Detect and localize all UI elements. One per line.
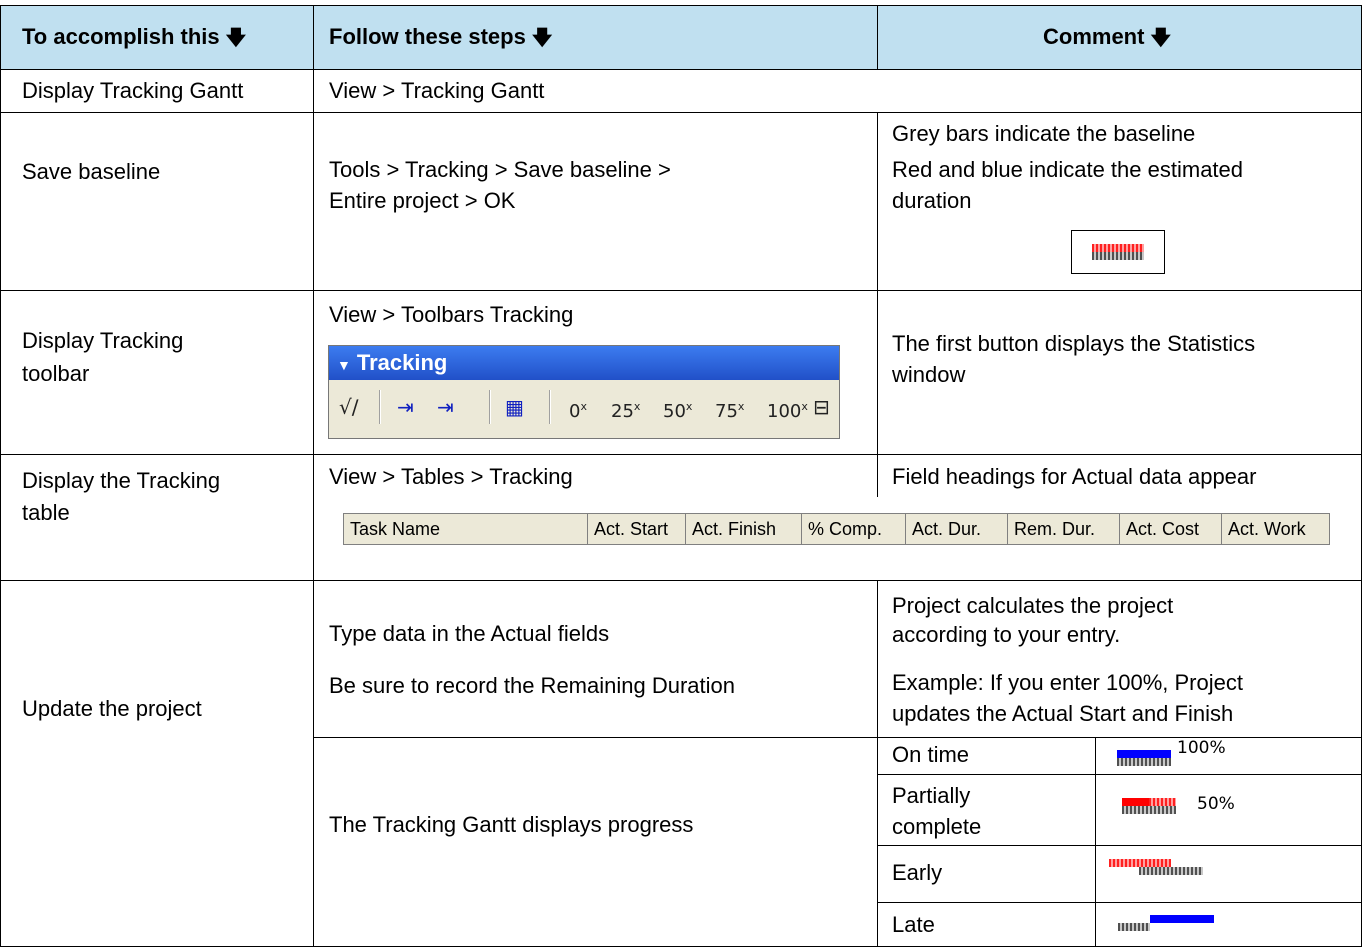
dropdown-triangle-icon: ▼ bbox=[337, 357, 351, 373]
arrow-down-icon: 🡇 bbox=[1150, 27, 1172, 49]
arrow-down-icon: 🡇 bbox=[225, 27, 247, 49]
field-heading: Act. Work bbox=[1228, 519, 1306, 539]
percent-75-button[interactable]: 75x bbox=[715, 392, 744, 427]
percent-100-button[interactable]: 100x bbox=[767, 392, 808, 427]
on-time-percent: 100% bbox=[1177, 738, 1226, 758]
status-late: Late bbox=[892, 912, 935, 937]
on-time-actual-bar bbox=[1117, 750, 1171, 758]
comment-update-line4: updates the Actual Start and Finish bbox=[892, 701, 1234, 726]
partial-percent: 50% bbox=[1197, 794, 1235, 814]
arrow-down-icon: 🡇 bbox=[531, 27, 553, 49]
comment-display-table: Field headings for Actual data appear bbox=[892, 464, 1257, 489]
task-display-tracking-gantt: Display Tracking Gantt bbox=[22, 78, 244, 103]
tracking-toolbar: ▼ Tracking √∕ ⇥ ⇥ ▦ 0x 25x 50x 75x 100x ⊟ bbox=[328, 345, 840, 439]
field-heading: Act. Cost bbox=[1120, 514, 1222, 544]
status-partial-line2: complete bbox=[892, 814, 982, 839]
instruction-table: To accomplish this 🡇 Follow these steps 🡇 … bbox=[0, 0, 1362, 947]
comment-toolbar-line1: The first button displays the Statistics bbox=[892, 331, 1256, 356]
task-display-toolbar-line2: toolbar bbox=[22, 361, 90, 386]
comment-save-baseline-line3: duration bbox=[892, 188, 972, 213]
reschedule-work-icon[interactable]: ⇥ bbox=[437, 392, 454, 422]
comment-save-baseline-line1: Grey bars indicate the baseline bbox=[892, 121, 1196, 146]
partial-actual-bar bbox=[1122, 798, 1149, 806]
steps-display-tracking-gantt: View > Tracking Gantt bbox=[329, 78, 545, 103]
toolbar-title-bar: ▼ Tracking bbox=[329, 346, 839, 380]
status-partial-line1: Partially bbox=[892, 783, 971, 808]
steps-update-line2: Be sure to record the Remaining Duration bbox=[329, 673, 735, 698]
tracking-table-field-headings: Task Name Act. Start Act. Finish % Comp.… bbox=[343, 513, 1330, 545]
statistics-icon[interactable]: √∕ bbox=[339, 392, 358, 422]
partial-baseline-bar bbox=[1122, 806, 1176, 814]
on-time-baseline-bar bbox=[1117, 758, 1171, 766]
update-tasks-icon[interactable]: ⊟ bbox=[813, 392, 830, 422]
steps-save-baseline-line2: Entire project > OK bbox=[329, 188, 516, 213]
baseline-bar-sample bbox=[1071, 230, 1165, 274]
late-baseline-bar bbox=[1118, 923, 1150, 931]
comment-save-baseline-line2: Red and blue indicate the estimated bbox=[892, 157, 1244, 182]
task-update-project: Update the project bbox=[22, 696, 202, 721]
task-display-toolbar-line1: Display Tracking bbox=[22, 328, 184, 353]
status-on-time: On time bbox=[892, 742, 970, 767]
comment-update-line1: Project calculates the project bbox=[892, 593, 1174, 618]
field-heading: Task Name bbox=[344, 514, 588, 544]
header-col-task: To accomplish this 🡇 bbox=[22, 24, 247, 49]
comment-update-line3: Example: If you enter 100%, Project bbox=[892, 670, 1243, 695]
task-display-table-line2: table bbox=[22, 500, 70, 525]
comment-toolbar-line2: window bbox=[892, 362, 966, 387]
partial-remaining-bar bbox=[1149, 798, 1176, 806]
header-col-comment: Comment 🡇 bbox=[1043, 24, 1172, 49]
field-heading: Act. Dur. bbox=[906, 514, 1008, 544]
early-actual-bar bbox=[1109, 859, 1171, 867]
percent-25-button[interactable]: 25x bbox=[611, 392, 640, 427]
header-col-steps: Follow these steps 🡇 bbox=[329, 24, 553, 49]
steps-update-line1: Type data in the Actual fields bbox=[329, 621, 610, 646]
toolbar-buttons: √∕ ⇥ ⇥ ▦ 0x 25x 50x 75x 100x ⊟ bbox=[329, 380, 839, 436]
steps-display-toolbar: View > Toolbars Tracking bbox=[329, 302, 574, 327]
field-heading: % Comp. bbox=[802, 514, 906, 544]
task-save-baseline: Save baseline bbox=[22, 159, 161, 184]
add-progress-line-icon[interactable]: ▦ bbox=[505, 392, 524, 422]
steps-save-baseline-line1: Tools > Tracking > Save baseline > bbox=[329, 157, 671, 182]
field-heading: Rem. Dur. bbox=[1008, 514, 1120, 544]
status-early: Early bbox=[892, 860, 943, 885]
steps-progress: The Tracking Gantt displays progress bbox=[329, 812, 694, 837]
field-heading: Act. Finish bbox=[686, 514, 802, 544]
comment-update-line2: according to your entry. bbox=[892, 622, 1121, 647]
field-heading: Act. Start bbox=[588, 514, 686, 544]
percent-0-button[interactable]: 0x bbox=[569, 392, 587, 427]
early-baseline-bar bbox=[1139, 867, 1203, 875]
steps-display-table: View > Tables > Tracking bbox=[329, 464, 573, 489]
percent-50-button[interactable]: 50x bbox=[663, 392, 692, 427]
task-display-table-line1: Display the Tracking bbox=[22, 468, 221, 493]
late-actual-bar bbox=[1150, 915, 1214, 923]
update-as-scheduled-icon[interactable]: ⇥ bbox=[397, 392, 414, 422]
